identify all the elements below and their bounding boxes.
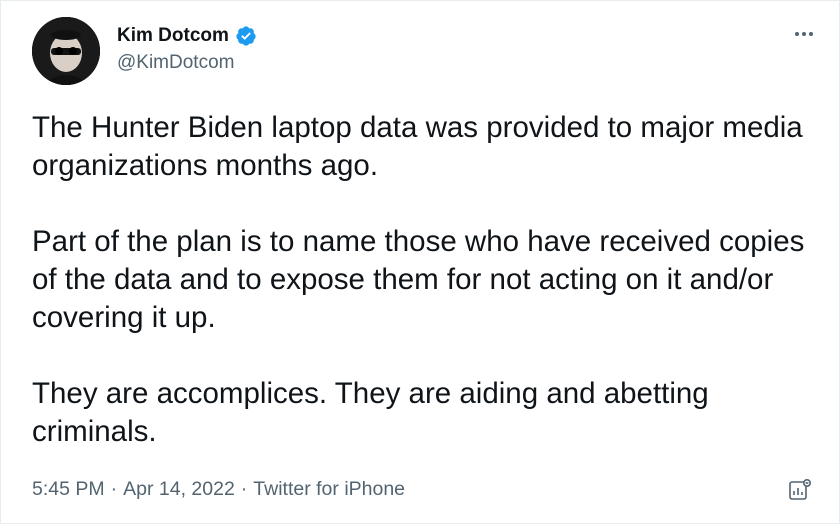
tweet-date[interactable]: Apr 14, 2022 [123, 478, 235, 501]
more-options-button[interactable] [787, 23, 821, 45]
avatar[interactable] [32, 17, 100, 85]
tweet-metadata: 5:45 PM · Apr 14, 2022 · Twitter for iPh… [32, 478, 405, 501]
author-handle[interactable]: @KimDotcom [117, 52, 234, 74]
tweet-time[interactable]: 5:45 PM [32, 478, 105, 501]
more-options-icon [795, 32, 813, 36]
tweet-paragraph: The Hunter Biden laptop data was provide… [32, 111, 803, 182]
tweet-paragraph: They are accomplices. They are aiding an… [32, 377, 709, 448]
tweet-text: The Hunter Biden laptop data was provide… [32, 109, 812, 451]
tweet-source[interactable]: Twitter for iPhone [253, 478, 405, 501]
author-name-row[interactable]: Kim Dotcom [117, 25, 257, 47]
meta-separator: · [110, 478, 118, 500]
author-display-name[interactable]: Kim Dotcom [117, 25, 229, 47]
meta-separator: · [240, 478, 248, 500]
tweet-paragraph: Part of the plan is to name those who ha… [32, 225, 805, 334]
tweet-card: Kim Dotcom @KimDotcom The Hunter Biden l… [0, 0, 840, 524]
verified-badge-icon [235, 25, 257, 47]
analytics-icon[interactable] [787, 477, 813, 503]
